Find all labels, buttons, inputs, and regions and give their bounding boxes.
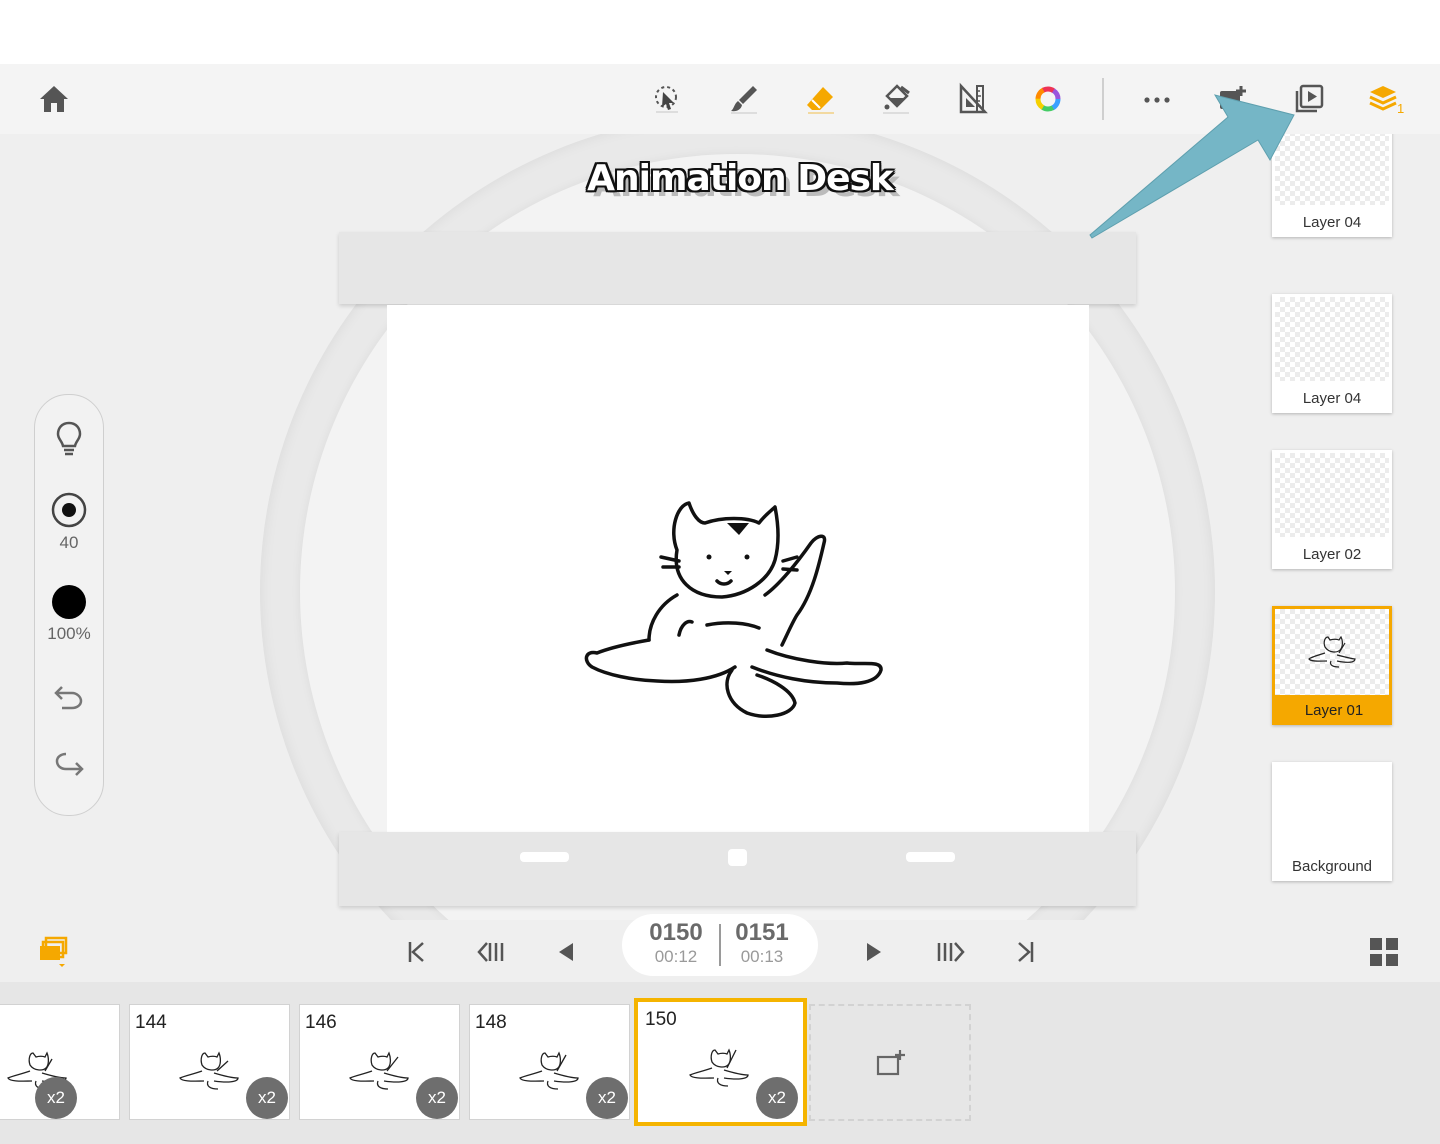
playback-controls: 0150 00:12 0151 00:13 [0, 914, 1440, 982]
peg-slot-left [520, 852, 569, 862]
frame-cat-thumb [519, 1051, 579, 1090]
hold-badge: x2 [35, 1077, 77, 1119]
lightbulb-icon[interactable] [35, 419, 103, 462]
brush-icon[interactable] [724, 79, 764, 119]
frame-number: 150 [645, 1009, 677, 1030]
frame-number: 146 [305, 1012, 337, 1033]
layer-thumbnail [1275, 765, 1389, 849]
top-toolbar: 1 [0, 64, 1440, 134]
layer-name: Layer 04 [1302, 390, 1362, 407]
brush-size-icon[interactable] [35, 491, 103, 534]
cat-drawing [584, 501, 883, 718]
brush-panel: 40 100% [34, 394, 104, 816]
frame-strip: x2 144 x2 146 x2 148 x2 150 x2 [0, 982, 1440, 1144]
layer-thumbnail [1275, 297, 1389, 381]
previous-keyframe-icon[interactable] [474, 934, 510, 970]
current-frame-time: 00:12 [654, 947, 698, 966]
frame-number: 148 [475, 1012, 507, 1033]
peg-slot-right [906, 852, 955, 862]
next-frame-time: 00:13 [740, 947, 784, 966]
status-bar [0, 0, 1440, 64]
redo-icon[interactable] [35, 749, 103, 788]
last-frame-icon[interactable] [1008, 934, 1044, 970]
layer-item[interactable]: Layer 02 [1272, 450, 1392, 569]
current-frame-number: 0150 [649, 919, 703, 946]
frame-cat-thumb [689, 1048, 749, 1087]
add-frame-slot-icon [876, 1050, 905, 1076]
play-icon[interactable] [856, 934, 892, 970]
layers-count-badge: 1 [1397, 101, 1404, 116]
layer-name: Layer 02 [1302, 546, 1362, 563]
next-frame-number: 0151 [735, 919, 789, 946]
hold-badge: x2 [756, 1077, 798, 1119]
toolbar-divider [1102, 78, 1104, 120]
frame-cat-thumb [179, 1051, 239, 1090]
color-wheel-icon[interactable] [1028, 79, 1068, 119]
home-icon[interactable] [34, 79, 74, 119]
next-keyframe-icon[interactable] [932, 934, 968, 970]
frame-thumbnail-selected[interactable]: 150 x2 [634, 998, 807, 1126]
frame-cat-thumb [349, 1051, 409, 1090]
app-logo: Animation Desk [587, 158, 894, 199]
layer-item[interactable]: Layer 04 [1272, 134, 1392, 237]
brush-size-value: 40 [59, 533, 79, 552]
hold-badge: x2 [586, 1077, 628, 1119]
lasso-select-icon[interactable] [647, 79, 687, 119]
more-icon[interactable] [1137, 79, 1177, 119]
frame-thumbnail[interactable]: 148 x2 [469, 1004, 630, 1120]
layer-name: Layer 01 [1304, 702, 1364, 719]
color-swatch-icon[interactable] [35, 583, 103, 626]
layer-item-active[interactable]: Layer 01 [1272, 606, 1392, 725]
drawing-canvas[interactable] [387, 305, 1089, 832]
peg-bar-bottom [339, 832, 1136, 906]
layers-icon[interactable]: 1 [1366, 79, 1406, 119]
frame-thumbnail[interactable]: 146 x2 [299, 1004, 460, 1120]
undo-icon[interactable] [35, 679, 103, 718]
hold-badge: x2 [416, 1077, 458, 1119]
frame-counter: 0150 00:12 0151 00:13 [622, 914, 818, 976]
frame-thumbnail[interactable]: 144 x2 [129, 1004, 290, 1120]
layer-item-background[interactable]: Background [1272, 762, 1392, 881]
hold-badge: x2 [246, 1077, 288, 1119]
play-preview-icon[interactable] [1289, 79, 1329, 119]
grid-view-icon[interactable] [1366, 934, 1402, 970]
add-frame-icon[interactable] [1212, 79, 1252, 119]
opacity-value: 100% [47, 624, 91, 643]
layer-item[interactable]: Layer 04 [1272, 294, 1392, 413]
first-frame-icon[interactable] [398, 934, 434, 970]
layer-name: Layer 04 [1302, 214, 1362, 231]
fill-bucket-icon[interactable] [876, 79, 916, 119]
frame-thumbnail[interactable]: x2 [0, 1004, 120, 1120]
workspace: Animation Desk 40 100% Layer 04 Layer 04… [0, 134, 1440, 920]
add-frame-slot[interactable] [809, 1004, 971, 1121]
layer-name: Background [1291, 858, 1373, 875]
eraser-icon[interactable] [800, 79, 840, 119]
layer-thumbnail [1275, 134, 1389, 205]
layer-thumbnail [1275, 609, 1389, 695]
ruler-icon[interactable] [952, 79, 992, 119]
onion-skin-icon[interactable] [36, 934, 72, 970]
peg-slot-center [728, 849, 747, 866]
peg-bar-top [339, 232, 1136, 304]
layer-thumbnail [1275, 453, 1389, 537]
frame-number: 144 [135, 1012, 167, 1033]
previous-frame-icon[interactable] [548, 934, 584, 970]
